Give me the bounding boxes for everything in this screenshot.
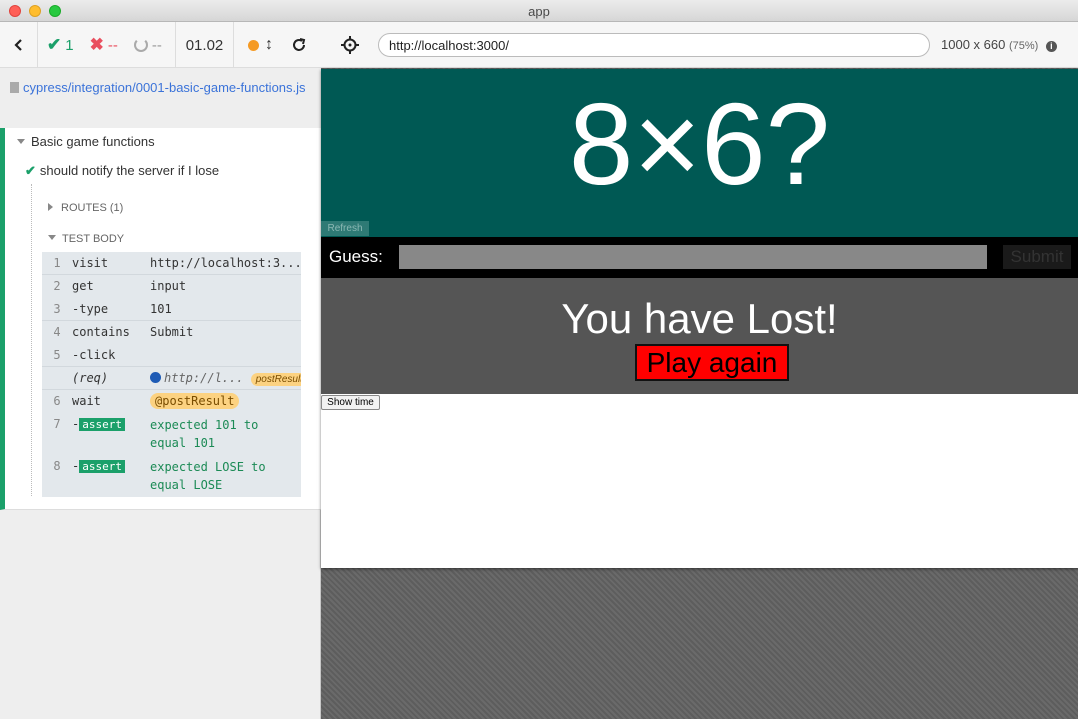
info-icon[interactable]: i [1045, 41, 1057, 52]
command-assert[interactable]: 7 - assert expected 101 to equal 101 [42, 413, 301, 455]
back-button[interactable] [0, 22, 38, 68]
command-click[interactable]: 5 -click [42, 344, 301, 367]
test-counts: ✔ 1 ✖ -- -- [38, 22, 176, 68]
question-area: 8×6? Refresh [321, 69, 1078, 237]
title-bar: app [0, 0, 1078, 22]
command-get[interactable]: 2 get input [42, 275, 301, 298]
spec-file-link[interactable]: cypress/integration/0001-basic-game-func… [0, 68, 321, 128]
command-log: 1 visit http://localhost:3... 2 get inpu… [42, 252, 301, 497]
check-icon: ✔ [47, 35, 62, 54]
question-text: 8×6? [568, 79, 831, 209]
app-under-test-panel: 1000 x 660 (75%) i 8×6? Refresh Guess: S… [321, 22, 1078, 719]
command-wait[interactable]: 6 wait @postResult [42, 390, 301, 413]
test-body-toggle[interactable]: TEST BODY [48, 233, 124, 245]
stats-bar: ✔ 1 ✖ -- -- 01.02 ↕ [0, 22, 321, 68]
guess-row: Guess: Submit [321, 237, 1078, 278]
reporter-panel: ✔ 1 ✖ -- -- 01.02 ↕ cypress/integration/… [0, 22, 321, 719]
failed-count: -- [107, 36, 118, 54]
x-icon: ✖ [89, 35, 104, 54]
guess-input[interactable] [399, 245, 987, 269]
check-icon: ✔ [25, 163, 36, 178]
app-window: app ✔ 1 ✖ -- -- 01.02 ↕ cypress/integrat… [0, 0, 1078, 719]
viewport-scale: (75%) [1008, 40, 1039, 52]
suite-title[interactable]: Basic game functions [17, 134, 155, 149]
alias-badge: @postResult [150, 393, 240, 409]
pending-count: -- [151, 36, 162, 54]
selector-playground-icon[interactable] [341, 36, 359, 54]
request-dot-icon [150, 372, 161, 383]
app-iframe: 8×6? Refresh Guess: Submit You have Lost… [321, 69, 1078, 568]
routes-toggle[interactable]: ROUTES (1) [48, 202, 123, 214]
viewport-size: 1000 x 660 [941, 37, 1006, 52]
guess-label: Guess: [329, 247, 383, 266]
test-title[interactable]: ✔ should notify the server if I lose [25, 163, 219, 179]
window-title: app [528, 4, 550, 19]
file-icon [10, 82, 19, 93]
refresh-button[interactable]: Refresh [321, 221, 369, 236]
reporter-controls: ↕ [234, 22, 321, 68]
submit-button[interactable]: Submit [1003, 245, 1071, 269]
caret-down-icon [48, 235, 56, 240]
command-contains[interactable]: 4 contains Submit [42, 321, 301, 344]
running-dot-icon [248, 39, 259, 51]
command-request[interactable]: (req) http://l... postResult [42, 367, 301, 390]
duration: 01.02 [176, 22, 234, 68]
auto-scroll-icon[interactable]: ↕ [265, 36, 273, 54]
test-details: ROUTES (1) TEST BODY 1 visit http://loca… [31, 184, 301, 497]
url-bar: 1000 x 660 (75%) i [321, 22, 1078, 68]
command-visit[interactable]: 1 visit http://localhost:3... [42, 252, 301, 275]
chevron-left-icon [13, 39, 22, 51]
play-again-button[interactable]: Play again [635, 344, 789, 381]
url-input[interactable] [378, 33, 930, 57]
pending-circle-icon [133, 38, 148, 52]
caret-right-icon [48, 203, 53, 211]
command-assert[interactable]: 8 - assert expected LOSE to equal LOSE [42, 455, 301, 497]
alias-badge: postResult [250, 373, 301, 386]
viewport-info: 1000 x 660 (75%) i [941, 37, 1057, 52]
command-type[interactable]: 3 -type 101 [42, 298, 301, 321]
restart-icon[interactable] [291, 37, 307, 53]
result-text: You have Lost! [561, 295, 838, 342]
show-time-button[interactable]: Show time [321, 395, 380, 410]
passed-count: 1 [65, 36, 74, 54]
runnables-panel: Basic game functions ✔ should notify the … [0, 128, 321, 510]
caret-down-icon [17, 139, 25, 144]
result-area: You have Lost! Play again [321, 278, 1078, 394]
spec-file-path: cypress/integration/0001-basic-game-func… [23, 80, 306, 95]
